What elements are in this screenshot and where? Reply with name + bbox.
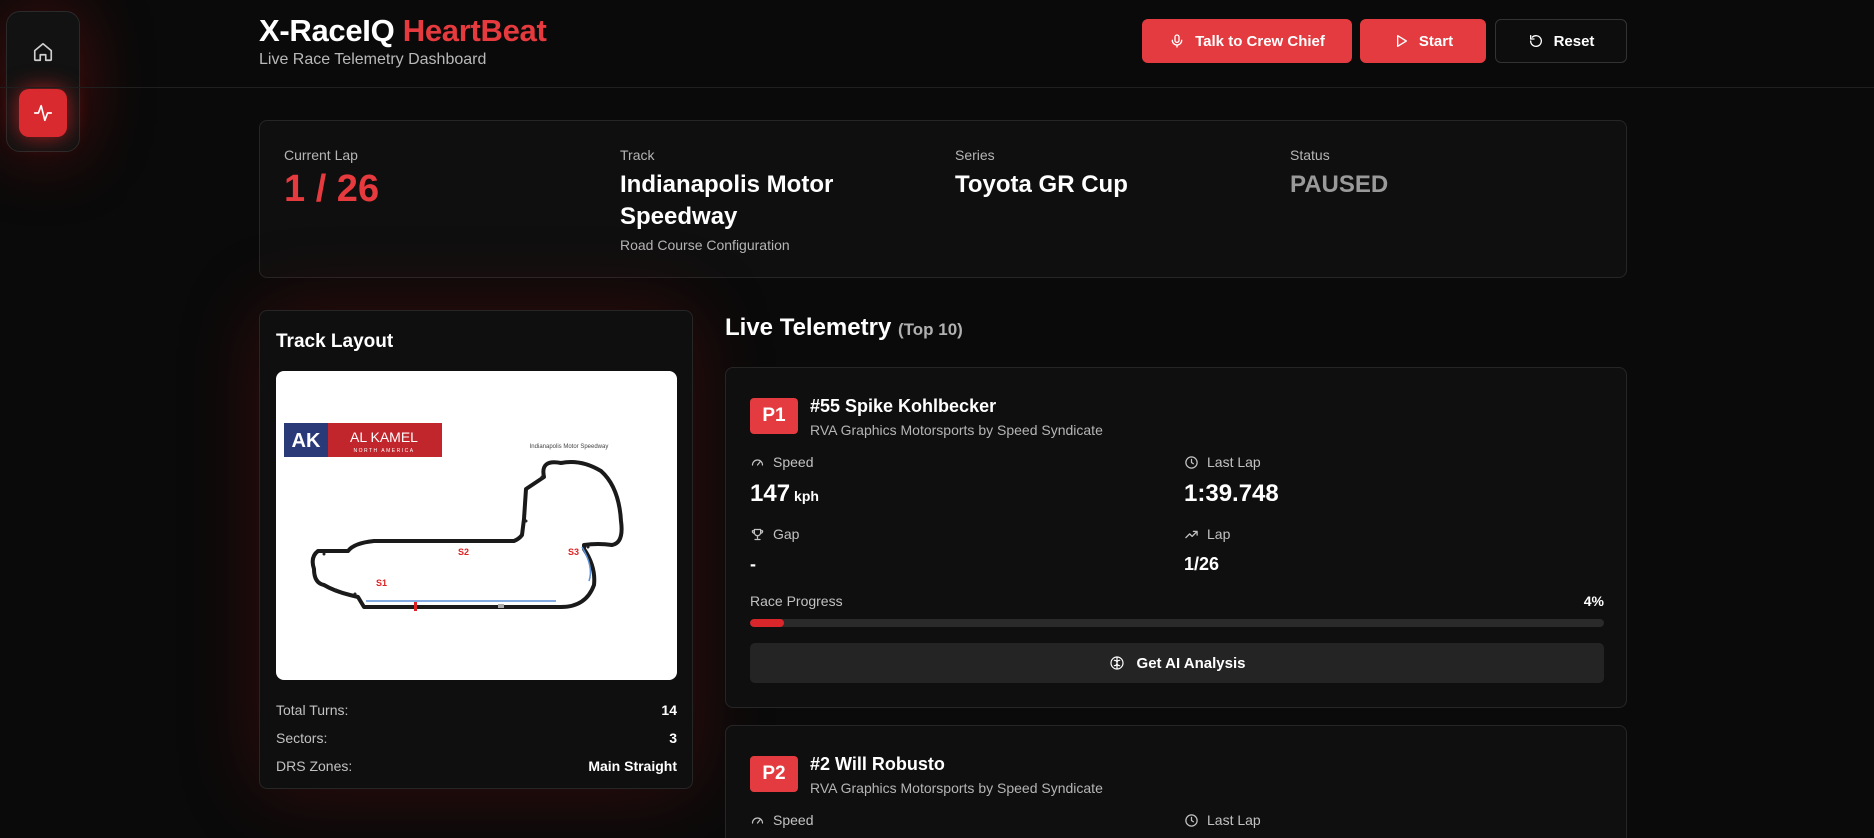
logo-name-text: AL KAMEL [350, 429, 418, 445]
crew-button-label: Talk to Crew Chief [1195, 32, 1325, 50]
last-lap-label: Last Lap [1207, 812, 1261, 828]
clock-icon [1185, 455, 1198, 469]
live-telemetry-title: Live Telemetry [725, 314, 892, 341]
driver-name: #55 Spike Kohlbecker [810, 396, 997, 416]
sector-label-s1: S1 [376, 578, 387, 588]
track-label: Track [620, 147, 655, 163]
stat-drs-zones: DRS Zones: Main Straight [276, 758, 677, 774]
current-lap-value: 1 / 26 [284, 168, 380, 210]
track-layout-card: Track Layout AK AL KAMEL NORTH AMERICA I… [259, 310, 693, 789]
track-map: AK AL KAMEL NORTH AMERICA Indianapolis M… [284, 423, 624, 611]
stat-value: Main Straight [588, 758, 677, 774]
status-value: PAUSED [1290, 171, 1389, 198]
nav-heartbeat-button[interactable] [19, 89, 67, 137]
clock-icon [1185, 813, 1198, 827]
speed-unit: kph [794, 488, 819, 504]
microphone-icon [1171, 34, 1183, 48]
current-lap-block: Current Lap 1 / 26 [284, 147, 379, 209]
activity-icon [33, 104, 53, 122]
race-progress-bar [750, 619, 1604, 627]
speedometer-icon [751, 458, 764, 466]
gap-value: - [750, 554, 756, 574]
map-title: Indianapolis Motor Speedway [530, 444, 609, 450]
track-value: Indianapolis Motor Speedway [620, 171, 834, 230]
lap-label: Lap [1207, 526, 1231, 542]
al-kamel-logo: AK AL KAMEL NORTH AMERICA [284, 423, 442, 457]
track-map-image: AK AL KAMEL NORTH AMERICA Indianapolis M… [276, 371, 677, 680]
race-progress-label: Race Progress [750, 593, 843, 609]
track-config: Road Course Configuration [620, 237, 790, 253]
position-badge: P1 [750, 398, 798, 434]
last-lap-label: Last Lap [1207, 454, 1261, 470]
app-subtitle: Live Race Telemetry Dashboard [259, 51, 487, 68]
stat-value: 14 [661, 702, 677, 718]
live-telemetry-heading: Live Telemetry (Top 10) [725, 314, 963, 342]
gap-metric: Gap - [750, 526, 799, 575]
reset-icon [1529, 35, 1542, 47]
circuit-path [310, 460, 624, 609]
stat-value: 3 [669, 730, 677, 746]
ai-button-label: Get AI Analysis [1136, 654, 1246, 672]
brand: X-RaceIQ HeartBeat Live Race Telemetry D… [259, 13, 547, 69]
status-label: Status [1290, 147, 1330, 163]
status-block: Status PAUSED [1290, 147, 1388, 201]
app-title-main: X-RaceIQ [259, 13, 395, 48]
speed-value: 147 [750, 480, 791, 507]
track-layout-title: Track Layout [276, 331, 394, 352]
track-block: Track Indianapolis Motor Speedway Road C… [620, 147, 900, 253]
race-progress-fill [750, 619, 785, 627]
stat-label: Sectors: [276, 730, 328, 746]
current-lap-label: Current Lap [284, 147, 358, 163]
series-value: Toyota GR Cup [955, 171, 1128, 198]
last-lap-metric: Last Lap [1184, 812, 1261, 828]
speed-metric: Speed [750, 812, 813, 828]
gap-label: Gap [773, 526, 800, 542]
reset-button[interactable]: Reset [1495, 19, 1627, 63]
series-block: Series Toyota GR Cup [955, 147, 1128, 201]
play-icon [1396, 35, 1407, 47]
talk-to-crew-chief-button[interactable]: Talk to Crew Chief [1142, 19, 1352, 63]
lap-value: 1/26 [1184, 554, 1220, 574]
lap-metric: Lap 1/26 [1184, 526, 1230, 575]
race-progress-percent: 4% [1583, 593, 1604, 609]
position-badge: P2 [750, 756, 798, 792]
start-button[interactable]: Start [1360, 19, 1486, 63]
speedometer-icon [751, 816, 764, 824]
driver-name: #2 Will Robusto [810, 754, 945, 774]
last-lap-value: 1:39.748 [1184, 480, 1279, 507]
race-progress-header: Race Progress 4% [750, 593, 1604, 609]
trophy-icon [751, 528, 764, 540]
get-ai-analysis-button[interactable]: Get AI Analysis [750, 643, 1604, 683]
driver-team: RVA Graphics Motorsports by Speed Syndic… [810, 780, 1103, 796]
trending-up-icon [1185, 530, 1198, 538]
sector-label-s3: S3 [568, 547, 579, 557]
stat-label: Total Turns: [276, 702, 349, 718]
stat-sectors: Sectors: 3 [276, 730, 677, 746]
live-telemetry-subtitle: (Top 10) [897, 320, 963, 339]
app-title: X-RaceIQ HeartBeat [259, 13, 547, 49]
brain-icon [1109, 656, 1124, 670]
series-label: Series [955, 147, 995, 163]
speed-label: Speed [773, 812, 814, 828]
driver-team: RVA Graphics Motorsports by Speed Syndic… [810, 422, 1103, 438]
start-button-label: Start [1418, 32, 1454, 50]
reset-button-label: Reset [1553, 32, 1595, 50]
stat-total-turns: Total Turns: 14 [276, 702, 677, 718]
logo-ak-text: AK [292, 430, 321, 452]
sector-label-s2: S2 [458, 547, 469, 557]
race-info-card: Current Lap 1 / 26 Track Indianapolis Mo… [259, 120, 1627, 278]
speed-metric: Speed 147 kph [750, 454, 819, 508]
speed-label: Speed [773, 454, 814, 470]
app-header: X-RaceIQ HeartBeat Live Race Telemetry D… [0, 0, 1874, 88]
driver-card: P2 #2 Will Robusto RVA Graphics Motorspo… [725, 725, 1627, 838]
stat-label: DRS Zones: [276, 758, 353, 774]
app-title-accent: HeartBeat [402, 13, 547, 48]
turn-markers [322, 475, 590, 596]
last-lap-metric: Last Lap 1:39.748 [1184, 454, 1279, 508]
driver-card: P1 #55 Spike Kohlbecker RVA Graphics Mot… [725, 367, 1627, 708]
logo-sub-text: NORTH AMERICA [353, 448, 414, 454]
